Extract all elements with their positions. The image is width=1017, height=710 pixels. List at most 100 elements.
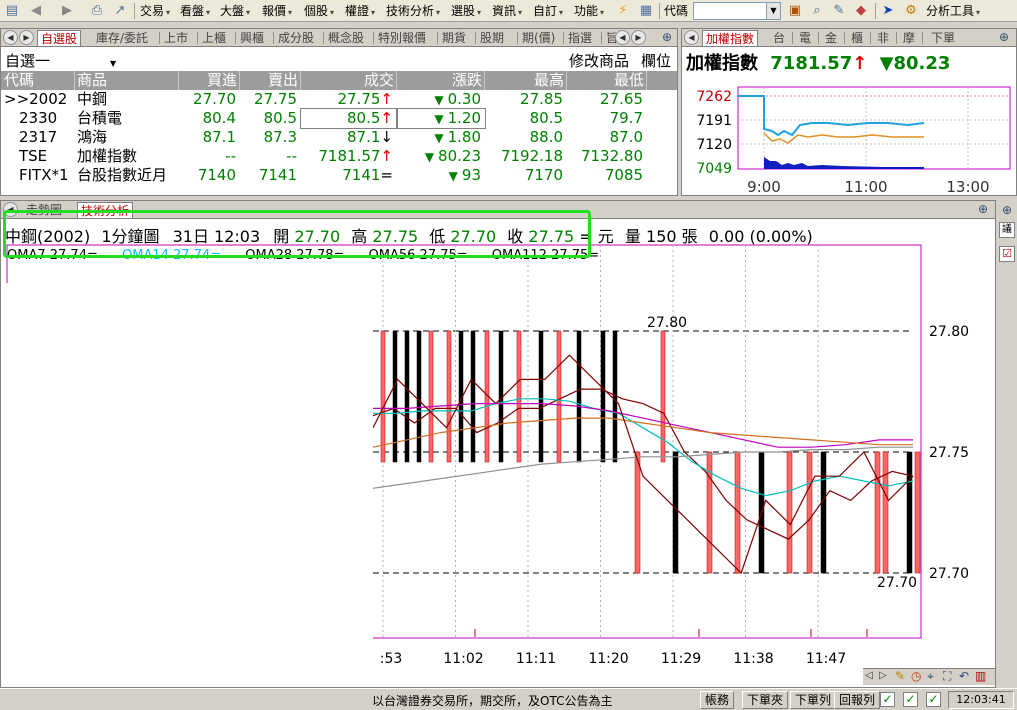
check-icon[interactable]: ✓	[903, 692, 918, 707]
tab-scroll-left-icon[interactable]: ◀	[684, 30, 699, 45]
indicator-icon[interactable]: ▥	[975, 669, 986, 683]
group-selector[interactable]: 自選一 ▼	[5, 50, 116, 71]
menu-trade[interactable]: 交易 ▾	[140, 0, 170, 22]
index-y-label: 7191	[696, 113, 732, 129]
tab-concept[interactable]: 概念股	[325, 30, 367, 46]
pointer-icon[interactable]: ➤	[879, 2, 897, 20]
menu-screener[interactable]: 選股 ▾	[451, 0, 481, 22]
cell-name: 台股指數近月	[75, 166, 179, 185]
tab-components[interactable]: 成分股	[275, 30, 317, 46]
lightning-icon[interactable]: ⚡	[614, 2, 632, 20]
tab-scroll-right-icon[interactable]: ▶	[631, 30, 646, 45]
account-button[interactable]: 帳務	[700, 691, 735, 709]
external-link-icon[interactable]: ↗	[111, 2, 129, 20]
window-icon[interactable]: ▤	[3, 2, 21, 20]
tab-scroll-right-icon[interactable]: ▶	[19, 30, 34, 45]
check-icon[interactable]: ✓	[880, 692, 895, 707]
col-code[interactable]: 代碼	[1, 71, 75, 90]
tab-index-options[interactable]: 指選	[565, 30, 595, 46]
search-icon[interactable]: ⌕	[808, 2, 826, 20]
tab-special-quote[interactable]: 特別報價	[375, 30, 429, 46]
tools-icon[interactable]: ✎	[830, 2, 848, 20]
analysis-tools-icon[interactable]: ⚙	[902, 2, 920, 20]
checkbox-icon[interactable]: ☑	[999, 246, 1015, 262]
report-bar-button[interactable]: 回報列	[834, 691, 881, 709]
up-arrow-icon: ↑	[380, 90, 393, 108]
scroll-right-icon[interactable]: ▷	[879, 670, 887, 681]
col-change[interactable]: 漲跌	[397, 71, 485, 90]
col-high[interactable]: 最高	[485, 71, 567, 90]
table-row[interactable]: 2317 鴻海 87.1 87.3 87.1↓ ▼ 1.80 88.0 87.0	[1, 128, 677, 147]
tab-order[interactable]: 下單	[928, 30, 958, 46]
table-row[interactable]: >>2002 中鋼 27.70 27.75 27.75↑ ▼ 0.30 27.85 27.65	[1, 90, 677, 109]
watchlist-column-header: 代碼 商品 買進 賣出 成交 漲跌 最高 最低	[1, 71, 677, 90]
crosshair-icon[interactable]: ⌖	[927, 669, 934, 684]
tab-inventory[interactable]: 庫存/委託	[93, 30, 151, 46]
tab-scroll-left-icon[interactable]: ◀	[615, 30, 630, 45]
menu-tech-analysis[interactable]: 技術分析 ▾	[386, 0, 440, 22]
zoom-icon[interactable]: ⊕	[659, 29, 675, 45]
order-folder-button[interactable]: 下單夾	[742, 691, 789, 709]
zoom-icon[interactable]: ⊕	[996, 29, 1012, 45]
tab-index-tw[interactable]: 台	[770, 30, 788, 46]
order-bar-button[interactable]: 下單列	[790, 691, 837, 709]
cell-ask-text: 27.75	[254, 90, 297, 108]
tab-taiex[interactable]: 加權指數	[702, 30, 759, 46]
menu-stock[interactable]: 個股 ▾	[304, 0, 334, 22]
draw-icon[interactable]: ✎	[895, 669, 905, 683]
col-bid[interactable]: 買進	[179, 71, 240, 90]
cell-high-text: 80.5	[529, 109, 563, 127]
check-icon[interactable]: ✓	[926, 692, 941, 707]
watch-tabstrip: ◀ ▶ 自選股 庫存/委託 上市 上櫃 興櫃 成分股 概念股 特別報價 期貨 股…	[1, 29, 677, 47]
tab-stock-futures[interactable]: 股期	[477, 30, 507, 46]
menu-warrant[interactable]: 權證 ▾	[345, 0, 375, 22]
side-tab[interactable]: 議	[999, 222, 1015, 238]
tab-index-elec[interactable]: 電	[796, 30, 814, 46]
scroll-left-icon[interactable]: ◁	[865, 670, 873, 681]
notepad-icon[interactable]: ▦	[637, 2, 655, 20]
tab-favorites[interactable]: 自選股	[37, 30, 82, 46]
tab-index-otc[interactable]: 櫃	[848, 30, 866, 46]
columns-button[interactable]: 欄位	[641, 50, 671, 71]
col-ask[interactable]: 賣出	[240, 71, 301, 90]
kline-bar	[660, 330, 666, 463]
tag-icon[interactable]: ◆	[852, 2, 870, 20]
cell-ask-text: 80.5	[263, 109, 297, 127]
menu-quote[interactable]: 報價 ▾	[262, 0, 292, 22]
clock-icon[interactable]: ◷	[911, 669, 921, 683]
tab-index-fin[interactable]: 金	[822, 30, 840, 46]
tab-emerging[interactable]: 興櫃	[237, 30, 267, 46]
tab-scroll-left-icon[interactable]: ◀	[3, 30, 18, 45]
menu-info[interactable]: 資訊 ▾	[492, 0, 522, 22]
edit-symbols-button[interactable]: 修改商品	[569, 50, 629, 71]
col-last[interactable]: 成交	[301, 71, 397, 90]
col-low[interactable]: 最低	[567, 71, 647, 90]
table-row[interactable]: TSE 加權指數 -- -- 7181.57↑ ▼ 80.23 7192.18 7132.80	[1, 147, 677, 166]
menu-function[interactable]: 功能 ▾	[574, 0, 604, 22]
cell-code-text: >>2002	[4, 90, 68, 108]
back-icon[interactable]: ◀	[27, 2, 45, 20]
stamp-icon[interactable]: ▣	[786, 2, 804, 20]
tab-futures-price[interactable]: 期(價)	[519, 30, 558, 46]
code-combo[interactable]: ▼	[693, 2, 781, 20]
tab-listed[interactable]: 上市	[161, 30, 191, 46]
tab-index-nonfin[interactable]: 非	[874, 30, 892, 46]
tab-otc[interactable]: 上櫃	[199, 30, 229, 46]
forward-icon[interactable]: ▶	[58, 2, 76, 20]
menu-analysis-tools[interactable]: 分析工具 ▾	[926, 0, 980, 22]
zoom-icon[interactable]: ⊕	[999, 202, 1015, 218]
fit-icon[interactable]: ⛶	[943, 669, 951, 684]
tab-futures[interactable]: 期貨	[439, 30, 469, 46]
menu-market[interactable]: 大盤 ▾	[220, 0, 250, 22]
zoom-icon[interactable]: ⊕	[975, 201, 991, 217]
print-icon[interactable]: ⎙	[88, 2, 106, 20]
cell-chg-text: 1.20	[447, 109, 481, 127]
chevron-down-icon[interactable]: ▼	[766, 3, 780, 19]
table-row[interactable]: FITX*1 台股指數近月 7140 7141 7141= ▼ 93 7170 7085	[1, 166, 677, 185]
col-name[interactable]: 商品	[75, 71, 179, 90]
menu-custom[interactable]: 自訂 ▾	[533, 0, 563, 22]
table-row[interactable]: 2330 台積電 80.4 80.5 80.5↑ ▼ 1.20 80.5 79.7	[1, 108, 677, 129]
undo-icon[interactable]: ↶	[959, 669, 969, 683]
menu-watch[interactable]: 看盤 ▾	[180, 0, 210, 22]
tab-index-msci[interactable]: 摩	[900, 30, 918, 46]
